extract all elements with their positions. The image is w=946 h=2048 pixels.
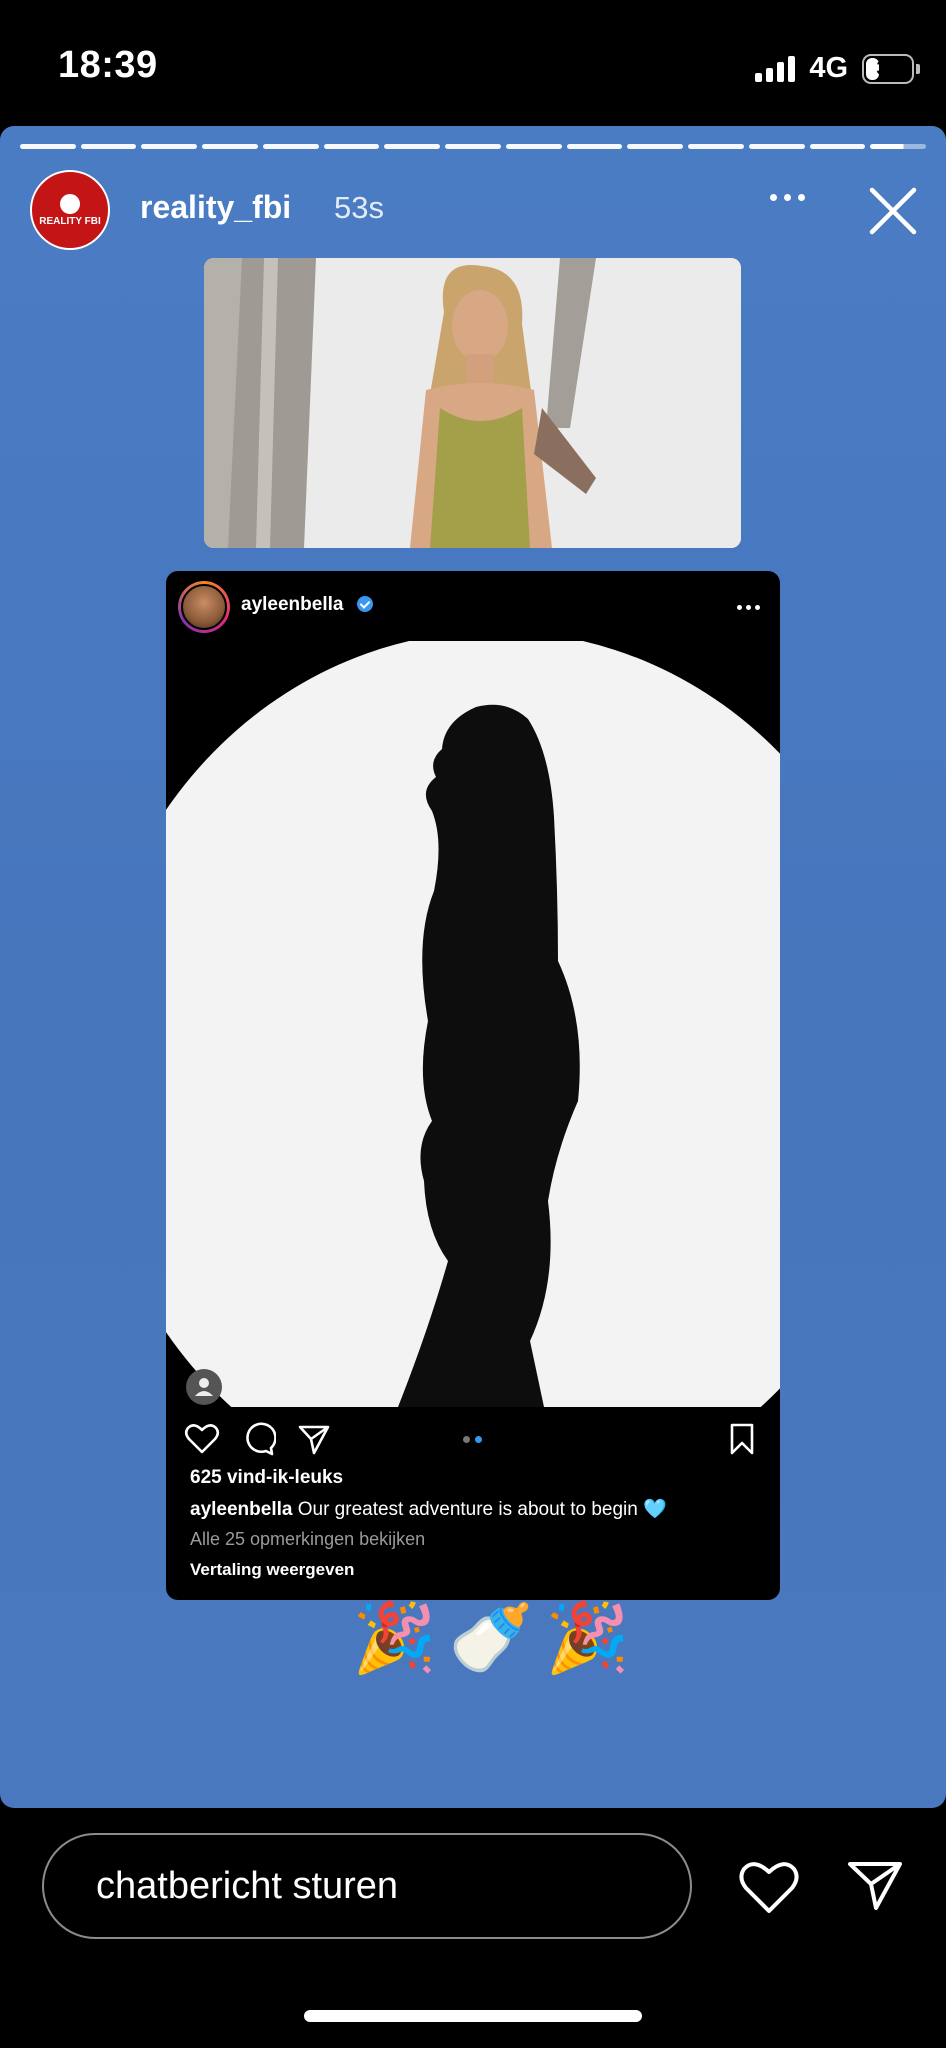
post-header: ayleenbella (166, 571, 780, 641)
progress-segment (688, 144, 744, 149)
user-tag-icon[interactable] (186, 1369, 222, 1405)
network-label: 4G (809, 52, 848, 84)
progress-segment (445, 144, 501, 149)
story-progress (20, 144, 927, 149)
status-time: 18:39 (58, 44, 158, 86)
progress-segment (141, 144, 198, 149)
caption-username[interactable]: ayleenbella (190, 1499, 292, 1520)
progress-segment (627, 144, 684, 149)
carousel-dot (463, 1436, 470, 1443)
embedded-post[interactable]: ayleenbella 625 vind-ik-leuks ayleenbell… (166, 571, 780, 1600)
story-panel[interactable]: REALITY FBI reality_fbi 53s ayleenbella (0, 126, 946, 1808)
post-avatar[interactable] (178, 581, 230, 633)
story-time-ago: 53s (334, 190, 384, 225)
progress-segment (870, 144, 927, 149)
post-more-icon[interactable] (737, 605, 760, 610)
more-icon[interactable] (770, 194, 805, 201)
view-comments-link[interactable]: Alle 25 opmerkingen bekijken (190, 1529, 425, 1550)
bookmark-icon[interactable] (724, 1421, 760, 1457)
story-avatar[interactable]: REALITY FBI (30, 170, 110, 250)
progress-segment (262, 144, 319, 149)
party-popper-sticker: 🎉 (545, 1600, 631, 1676)
caption: ayleenbella Our greatest adventure is ab… (190, 1497, 667, 1521)
progress-segment (323, 144, 380, 149)
story-username[interactable]: reality_fbi (140, 189, 291, 226)
silhouette-photo (166, 641, 780, 1407)
woman-photo (204, 258, 741, 548)
caption-text: Our greatest adventure is about to begin… (297, 1499, 667, 1520)
message-input[interactable]: chatbericht sturen (42, 1833, 692, 1939)
translate-link[interactable]: Vertaling weergeven (190, 1560, 354, 1580)
emoji-stickers: 🎉 🍼 🎉 (352, 1598, 630, 1678)
progress-segment (384, 144, 441, 149)
home-indicator[interactable] (304, 2010, 642, 2022)
post-username[interactable]: ayleenbella (241, 594, 343, 616)
logo-face-icon (60, 193, 80, 214)
progress-segment (566, 144, 623, 149)
avatar-brand: REALITY FBI (39, 215, 101, 227)
progress-segment (505, 144, 562, 149)
like-count[interactable]: 625 vind-ik-leuks (190, 1467, 343, 1489)
verified-icon (357, 596, 373, 612)
status-indicators: 4G 35 (755, 52, 920, 85)
progress-segment (80, 144, 137, 149)
battery-icon: 35 (862, 53, 920, 84)
like-story-heart-icon[interactable] (738, 1858, 800, 1916)
progress-segment (748, 144, 805, 149)
story-photo (204, 258, 741, 548)
comment-icon[interactable] (240, 1421, 276, 1457)
carousel-dots (463, 1436, 482, 1443)
baby-bottle-sticker: 🍼 (448, 1600, 534, 1676)
signal-icon (755, 55, 796, 82)
send-icon[interactable] (846, 1856, 904, 1914)
carousel-dot (475, 1436, 482, 1443)
progress-segment (20, 144, 76, 149)
progress-segment (202, 144, 258, 149)
close-icon[interactable] (866, 184, 920, 238)
post-image (166, 641, 780, 1407)
message-placeholder: chatbericht sturen (96, 1865, 399, 1907)
party-popper-sticker: 🎉 (352, 1600, 437, 1676)
share-icon[interactable] (296, 1421, 332, 1457)
battery-percent: 35 (876, 56, 900, 80)
heart-icon[interactable] (184, 1421, 220, 1457)
progress-segment (809, 144, 866, 149)
post-actions (166, 1417, 780, 1461)
